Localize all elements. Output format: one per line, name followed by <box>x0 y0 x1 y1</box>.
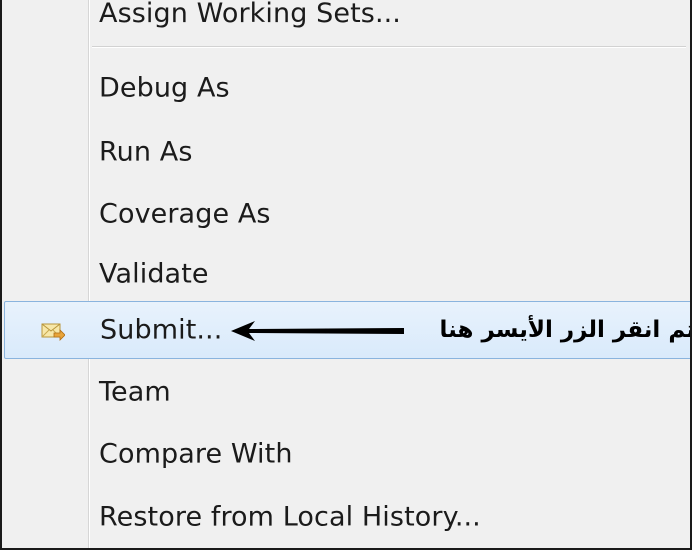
menu-item-label: Assign Working Sets... <box>99 0 401 29</box>
menu-separator-highlight <box>92 47 686 48</box>
annotation-text: ثم انقر الزر الأيسر هنا <box>439 317 692 343</box>
menu-item-assign-working-sets[interactable]: Assign Working Sets... <box>2 0 690 42</box>
menu-item-label: Compare With <box>99 438 293 470</box>
menu-item-label: Submit... <box>100 314 223 346</box>
submit-envelope-icon <box>41 323 65 341</box>
menu-item-label: Validate <box>99 258 209 290</box>
menu-item-label: Run As <box>99 136 193 168</box>
left-arrow-icon <box>231 321 404 341</box>
menu-item-coverage-as[interactable]: Coverage As <box>2 184 690 244</box>
menu-item-label: Restore from Local History... <box>99 501 481 533</box>
menu-item-label: Coverage As <box>99 198 271 230</box>
menu-item-compare-with[interactable]: Compare With <box>2 424 690 484</box>
menu-item-restore-from-local-history[interactable]: Restore from Local History... <box>2 487 690 547</box>
tutorial-annotation: ثم انقر الزر الأيسر هنا <box>229 302 692 358</box>
menu-item-run-as[interactable]: Run As <box>2 122 690 182</box>
menu-item-debug-as[interactable]: Debug As <box>2 58 690 118</box>
menu-item-label: Team <box>99 376 171 408</box>
menu-item-team[interactable]: Team <box>2 362 690 422</box>
menu-item-label: Debug As <box>99 72 230 104</box>
menu-item-validate[interactable]: Validate <box>2 244 690 304</box>
menu-item-submit[interactable]: Submit... ثم انقر الزر الأيسر هنا <box>4 301 692 359</box>
context-menu: Assign Working Sets... Debug As Run As C… <box>0 0 692 550</box>
